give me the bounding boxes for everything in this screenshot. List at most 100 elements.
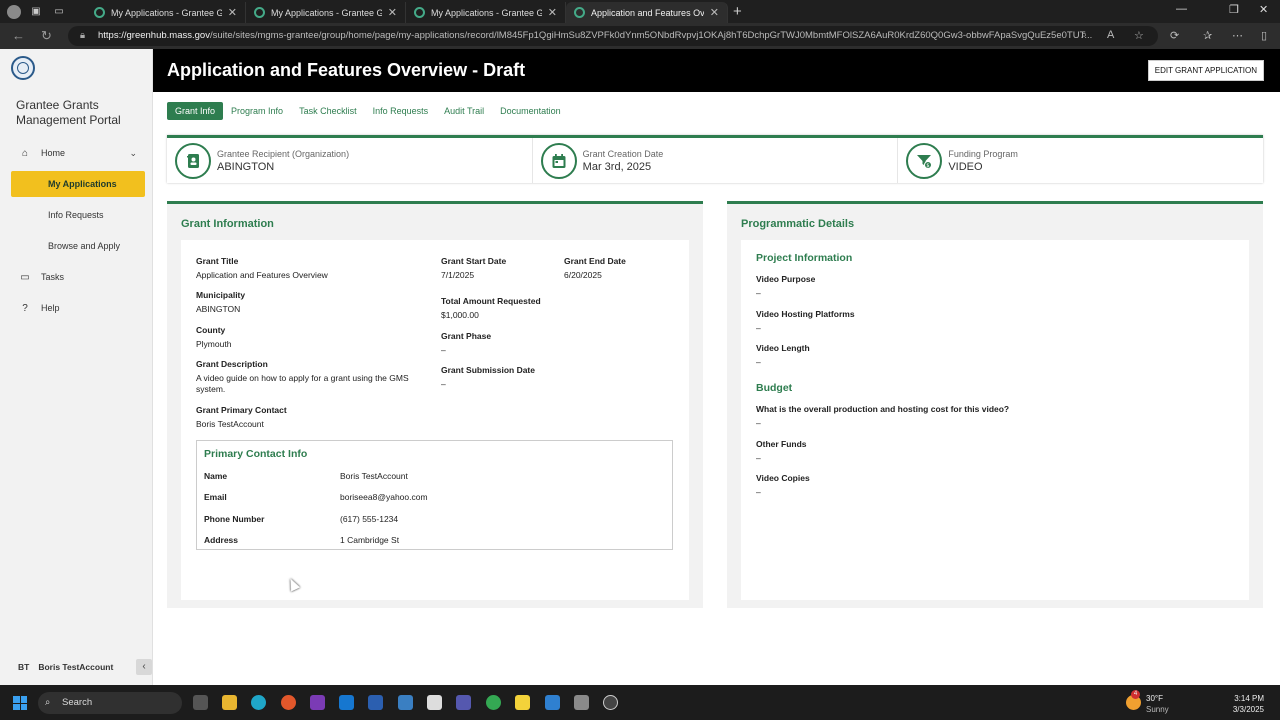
more-menu-icon[interactable]: ⋯	[1232, 29, 1243, 42]
tab-audit-trail[interactable]: Audit Trail	[436, 102, 492, 120]
tab-grant-info[interactable]: Grant Info	[167, 102, 224, 120]
task-view-icon[interactable]	[193, 695, 208, 710]
video-length-field: Video Length –	[756, 343, 810, 367]
windows-start-icon[interactable]	[13, 696, 27, 710]
edge-browser-icon[interactable]	[251, 695, 266, 710]
read-aloud-icon[interactable]: A	[1107, 29, 1114, 41]
sticky-notes-icon[interactable]	[515, 695, 530, 710]
county-field: County Plymouth	[196, 325, 232, 349]
budget-heading: Budget	[756, 382, 793, 394]
back-icon[interactable]: ←	[12, 28, 25, 43]
browser-tab[interactable]: My Applications - Grantee Grants ✕	[406, 2, 566, 23]
close-window-icon[interactable]: ✕	[1259, 3, 1268, 16]
svg-text:$: $	[927, 163, 930, 169]
help-icon: ?	[22, 302, 28, 314]
clock-date[interactable]: 3/3/2025	[1222, 705, 1264, 714]
video-hosting-platforms-field: Video Hosting Platforms –	[756, 309, 855, 333]
weather-desc: Sunny	[1146, 705, 1169, 714]
browser-tab[interactable]: My Applications - Grantee Grants ✕	[246, 2, 406, 23]
video-copies-field: Video Copies –	[756, 473, 810, 497]
sidebar-item-home[interactable]: ⌂ Home ⌄	[0, 145, 153, 161]
onenote-icon[interactable]	[310, 695, 325, 710]
collapse-sidebar-icon[interactable]: ‹	[136, 659, 152, 675]
tab-documentation[interactable]: Documentation	[492, 102, 569, 120]
tab-actions-icon[interactable]: ▭	[51, 4, 67, 20]
split-screen-icon[interactable]: ⟳	[1170, 29, 1179, 42]
inbox-icon: ▭	[20, 271, 30, 283]
close-tab-icon[interactable]: ✕	[388, 6, 397, 19]
avatar: BT	[18, 662, 30, 672]
chevron-down-icon[interactable]: ⌄	[129, 148, 137, 159]
massachusetts-seal-logo	[11, 56, 35, 80]
grant-submission-date-field: Grant Submission Date –	[441, 365, 535, 389]
url-field[interactable]: 🔒︎ https://greenhub.mass.gov/suite/sites…	[68, 26, 1158, 46]
favorites-icon[interactable]: ✰	[1203, 29, 1212, 42]
windows-taskbar: ⌕ Search 4 30°F Sunny 3:14 PM 3/3/2025	[0, 685, 1280, 720]
grant-information-card: Grant Title Application and Features Ove…	[181, 240, 689, 600]
browser-tab-active[interactable]: Application and Features Overview ✕	[566, 2, 728, 23]
close-tab-icon[interactable]: ✕	[548, 6, 557, 19]
summary-creation-date: Grant Creation Date Mar 3rd, 2025	[533, 138, 899, 183]
grant-end-date-field: Grant End Date 6/20/2025	[564, 256, 626, 280]
sidebar-toggle-icon[interactable]: ▯	[1261, 29, 1267, 42]
sidebar-item-my-applications[interactable]: My Applications	[11, 171, 145, 197]
file-explorer-icon[interactable]	[222, 695, 237, 710]
other-funds-field: Other Funds –	[756, 439, 807, 463]
record-tabs: Grant Info Program Info Task Checklist I…	[167, 102, 569, 120]
edit-grant-application-button[interactable]: EDIT GRANT APPLICATION	[1147, 60, 1264, 81]
gear-icon[interactable]	[545, 695, 560, 710]
favorite-star-icon[interactable]: ☆	[1134, 29, 1144, 42]
search-icon: ⌕	[45, 697, 51, 708]
new-tab-icon[interactable]: +	[733, 3, 742, 20]
grant-phase-field: Grant Phase –	[441, 331, 492, 355]
user-account-row[interactable]: BT Boris TestAccount ‹	[0, 655, 153, 679]
teams-icon[interactable]	[456, 695, 471, 710]
app-sidebar: Grantee Grants Management Portal ⌂ Home …	[0, 49, 153, 685]
sidebar-item-tasks[interactable]: ▭ Tasks	[0, 269, 153, 285]
refresh-icon[interactable]: ↻	[41, 28, 52, 44]
contact-phone-value: (617) 555-1234	[340, 514, 399, 524]
workspaces-icon[interactable]: ▣	[28, 4, 44, 20]
clock-time[interactable]: 3:14 PM	[1222, 694, 1264, 703]
summary-funding-program: $ Funding Program VIDEO	[898, 138, 1263, 183]
grant-description-field: Grant Description A video guide on how t…	[196, 359, 409, 394]
sidebar-item-info-requests[interactable]: Info Requests	[0, 207, 153, 223]
address-bar-row: ← ↻ 🔒︎ https://greenhub.mass.gov/suite/s…	[0, 23, 1280, 49]
outlook-icon[interactable]	[339, 695, 354, 710]
minimize-icon[interactable]: —	[1176, 3, 1187, 15]
sidebar-item-browse-and-apply[interactable]: Browse and Apply	[0, 238, 153, 254]
portal-title: Grantee Grants Management Portal	[16, 98, 121, 127]
sidebar-item-help[interactable]: ? Help	[0, 300, 153, 316]
lock-icon: 🔒︎	[80, 30, 86, 41]
browser-tab[interactable]: My Applications - Grantee Grants ✕	[86, 2, 246, 23]
grant-start-date-field: Grant Start Date 7/1/2025	[441, 256, 507, 280]
taskbar-search[interactable]: ⌕ Search	[38, 692, 182, 714]
page-title: Application and Features Overview - Draf…	[167, 60, 526, 80]
tab-info-requests[interactable]: Info Requests	[365, 102, 437, 120]
summary-recipient: Grantee Recipient (Organization) ABINGTO…	[167, 138, 533, 183]
zoom-icon[interactable]: ⌕	[1081, 29, 1087, 42]
programmatic-details-heading: Programmatic Details	[741, 218, 855, 230]
control-panel-icon[interactable]	[574, 695, 589, 710]
media-player-icon[interactable]	[603, 695, 618, 710]
main-content: Application and Features Overview - Draf…	[153, 49, 1280, 685]
firefox-icon[interactable]	[281, 695, 296, 710]
profile-icon[interactable]	[7, 4, 21, 19]
grant-summary-strip: Grantee Recipient (Organization) ABINGTO…	[167, 135, 1263, 183]
primary-contact-info-box: Primary Contact Info Name Boris TestAcco…	[196, 440, 673, 550]
maximize-icon[interactable]: ❐	[1229, 3, 1239, 16]
video-purpose-field: Video Purpose –	[756, 274, 816, 298]
settings-app-icon[interactable]	[398, 695, 413, 710]
weather-temp: 30°F	[1146, 694, 1163, 703]
tab-task-checklist[interactable]: Task Checklist	[291, 102, 365, 120]
tab-program-info[interactable]: Program Info	[223, 102, 291, 120]
grant-information-panel: Grant Information Grant Title Applicatio…	[167, 201, 703, 608]
word-icon[interactable]	[368, 695, 383, 710]
chrome-icon[interactable]	[486, 695, 501, 710]
close-tab-icon[interactable]: ✕	[710, 6, 719, 19]
contact-email-value: boriseea8@yahoo.com	[340, 492, 428, 502]
close-tab-icon[interactable]: ✕	[228, 6, 237, 19]
programmatic-details-card: Project Information Video Purpose – Vide…	[741, 240, 1249, 600]
contact-book-icon	[175, 142, 211, 179]
snipping-tool-icon[interactable]	[427, 695, 442, 710]
